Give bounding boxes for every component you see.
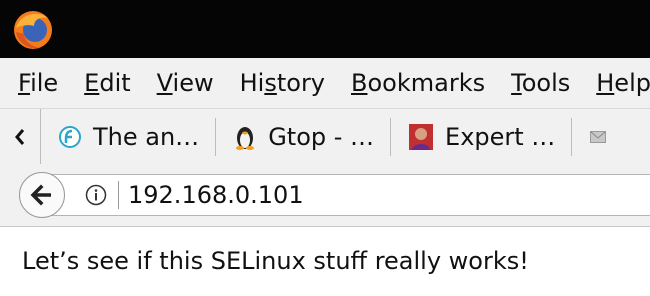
site-favicon-icon [59,125,81,148]
divider [118,181,119,209]
menu-tools[interactable]: Tools [500,69,585,97]
menu-edit[interactable]: Edit [73,69,145,97]
menu-file[interactable]: File [0,69,73,97]
firefox-logo-icon[interactable] [10,6,56,52]
bookmarks-scroll-left-button[interactable] [0,109,41,164]
person-avatar-icon [409,123,434,150]
chevron-left-icon [15,128,25,145]
back-button[interactable] [19,172,65,218]
bookmarks-toolbar: The an… Gtop - … Expert … [0,109,650,164]
url-text[interactable]: 192.168.0.101 [128,181,304,209]
window-title-bar [0,0,650,58]
info-icon[interactable] [85,184,107,206]
bookmark-item[interactable]: Expert … [391,117,573,156]
page-text: Let’s see if this SELinux stuff really w… [22,247,529,275]
bookmark-label: The an… [93,122,200,151]
tux-penguin-icon [236,126,255,150]
mail-icon [590,130,607,143]
bookmark-item[interactable]: Gtop - … [216,117,392,156]
bookmark-label: Gtop - … [268,122,375,151]
address-bar[interactable]: 192.168.0.101 [44,174,650,216]
menu-bookmarks[interactable]: Bookmarks [340,69,500,97]
navigation-toolbar: 192.168.0.101 [0,164,650,227]
arrow-left-icon [30,184,51,206]
menu-bar: File Edit View History Bookmarks Tools H… [0,58,650,109]
menu-help[interactable]: Help [585,69,650,97]
bookmark-item[interactable] [572,118,607,156]
menu-view[interactable]: View [146,69,229,97]
menu-history[interactable]: History [229,69,340,97]
bookmark-item[interactable]: The an… [41,117,217,156]
bookmark-label: Expert … [445,122,556,151]
